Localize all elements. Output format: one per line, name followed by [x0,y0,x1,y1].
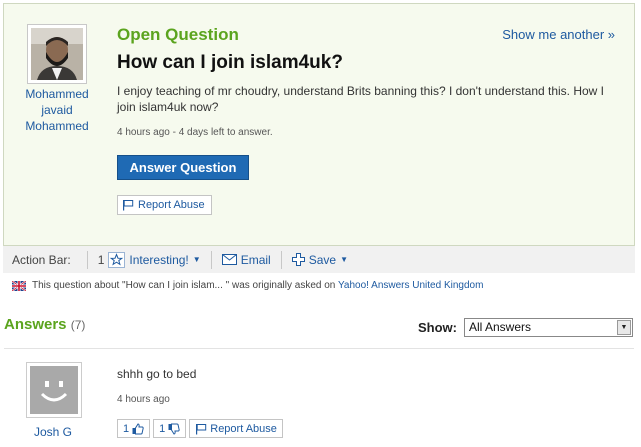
report-abuse-label: Report Abuse [138,199,205,211]
question-type-label: Open Question [117,25,239,44]
action-bar: Action Bar: 1 Interesting! ▼ Email Save … [3,245,635,273]
envelope-icon [221,254,237,265]
show-another-link[interactable]: Show me another » [502,27,615,42]
smiley-avatar-icon [30,366,78,414]
answers-title: Answers [4,316,67,333]
divider [4,348,634,349]
interesting-button[interactable]: 1 Interesting! ▼ [94,251,205,268]
answer-text: shhh go to bed [117,367,197,381]
answer-report-abuse-button[interactable]: Report Abuse [189,419,283,438]
email-label: Email [240,252,271,267]
show-filter-value: All Answers [469,320,532,334]
origin-text: This question about "How can I join isla… [32,280,336,291]
thumbs-up-button[interactable]: 1 [117,419,151,438]
origin-site-link[interactable]: Yahoo! Answers United Kingdom [338,280,483,291]
thumbs-up-icon [132,422,144,434]
question-title: How can I join islam4uk? [117,52,343,73]
asker-avatar[interactable] [27,24,87,84]
show-filter-select[interactable]: All Answers ▼ [464,318,633,337]
show-filter-label: Show: [418,320,457,335]
answerer-avatar[interactable] [26,362,82,418]
answer-question-button[interactable]: Answer Question [117,155,249,180]
asker-name[interactable]: Mohammed javaid Mohammed [12,86,102,134]
star-icon [108,251,126,268]
thumbs-down-count: 1 [159,422,166,435]
action-bar-separator [280,250,282,269]
answer-actions: 1 1 Report Abuse [117,419,283,438]
answerer-name[interactable]: Josh G [8,425,98,439]
report-abuse-button[interactable]: Report Abuse [117,195,212,215]
answer-meta: 4 hours ago [117,394,170,405]
answers-count: (7) [70,318,86,332]
interesting-count: 1 [97,252,105,267]
action-bar-separator [86,250,88,269]
chevron-down-icon[interactable]: ▼ [617,320,631,335]
thumbs-down-icon [168,423,180,435]
asker-name-line[interactable]: Mohammed [12,118,102,134]
action-bar-separator [210,250,212,269]
flag-icon [196,423,207,434]
plus-icon [291,253,305,266]
save-label: Save [308,252,337,267]
thumbs-down-button[interactable]: 1 [153,419,187,438]
uk-flag-icon [12,280,26,291]
question-meta: 4 hours ago - 4 days left to answer. [117,127,273,138]
question-box: Mohammed javaid Mohammed Open Question S… [3,3,635,273]
interesting-label: Interesting! [129,252,189,267]
asker-photo [31,28,83,80]
origin-notice: This question about "How can I join isla… [12,280,483,291]
asker-name-line[interactable]: Mohammed [12,86,102,102]
action-bar-label: Action Bar: [12,252,71,267]
question-body: I enjoy teaching of mr choudry, understa… [117,84,605,114]
chevron-down-icon: ▼ [192,255,201,264]
save-button[interactable]: Save ▼ [288,253,352,267]
answers-heading: Answers (7) [4,316,85,333]
thumbs-up-count: 1 [123,422,130,435]
asker-name-line[interactable]: javaid [12,102,102,118]
flag-icon [123,200,134,211]
answer-report-abuse-label: Report Abuse [210,422,277,435]
chevron-down-icon: ▼ [340,255,348,264]
email-button[interactable]: Email [218,253,275,267]
